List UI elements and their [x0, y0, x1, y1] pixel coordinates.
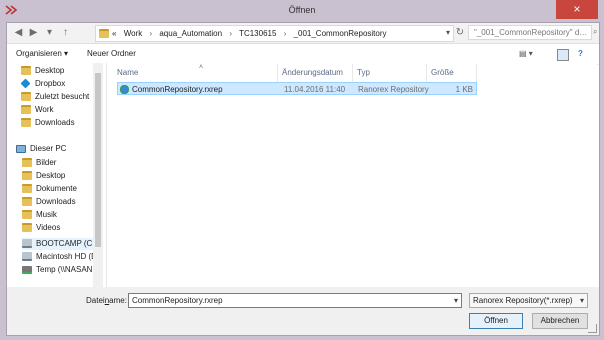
recent-locations-chevron-icon[interactable]: ▾	[43, 26, 56, 39]
file-type-filter[interactable]: Ranorex Repository(*.rxrep) ▾	[469, 293, 588, 308]
file-name: CommonRepository.rxrep	[132, 85, 223, 94]
sidebar-item-work[interactable]: Work	[21, 104, 99, 116]
up-arrow-icon[interactable]: ↑	[59, 26, 72, 39]
sidebar-item-music[interactable]: Musik	[22, 209, 100, 221]
search-icon[interactable]: ⌕	[593, 27, 597, 37]
sidebar-item-videos[interactable]: Videos	[22, 222, 100, 234]
sidebar-item-macintosh-hd[interactable]: Macintosh HD (D	[22, 251, 100, 263]
file-list-scrollbar[interactable]	[586, 63, 596, 287]
desktop-folder-icon	[22, 171, 32, 181]
table-row[interactable]: CommonRepository.rxrep 11.04.2016 11:40 …	[117, 82, 477, 95]
pictures-folder-icon	[22, 158, 32, 168]
back-arrow-icon[interactable]: ◀	[12, 26, 25, 39]
drive-icon	[22, 252, 32, 262]
column-type[interactable]: Typ	[357, 68, 370, 77]
column-divider[interactable]	[476, 64, 477, 82]
sidebar-item-downloads-pc[interactable]: Downloads	[22, 196, 100, 208]
column-divider[interactable]	[426, 64, 427, 82]
refresh-icon[interactable]: ↻	[453, 26, 467, 40]
forward-arrow-icon[interactable]: ▶	[27, 26, 40, 39]
breadcrumb-path: « Work › aqua_Automation › TC130615 › _0…	[112, 29, 392, 38]
breadcrumb-common-repository[interactable]: _001_CommonRepository	[294, 29, 387, 38]
dropbox-icon	[21, 78, 31, 89]
breadcrumb-separator[interactable]: ›	[149, 29, 152, 38]
address-bar: ◀ ▶ ▾ ↑ « Work › aqua_Automation › TC130…	[7, 23, 599, 44]
sidebar-item-documents[interactable]: Dokumente	[22, 183, 100, 195]
documents-folder-icon	[22, 184, 32, 194]
navigation-scrollbar[interactable]	[93, 63, 103, 287]
sidebar-item-desktop-pc[interactable]: Desktop	[22, 170, 100, 182]
filename-label: Dateiname:	[86, 296, 127, 305]
breadcrumb-separator[interactable]: ›	[229, 29, 232, 38]
file-open-footer: Dateiname: CommonRepository.rxrep ▾ Ranor…	[7, 287, 599, 335]
chevron-down-icon[interactable]: ▾	[580, 294, 584, 307]
downloads-folder-icon	[22, 197, 32, 207]
breadcrumb[interactable]: « Work › aqua_Automation › TC130615 › _0…	[95, 25, 454, 42]
resize-grip-icon[interactable]	[588, 324, 597, 333]
drive-icon	[22, 239, 32, 249]
folder-icon	[21, 105, 31, 115]
file-type: Ranorex Repository	[358, 85, 429, 94]
file-list: Name ˄ Änderungsdatum Typ Größe CommonRe…	[107, 63, 596, 287]
column-size[interactable]: Größe	[431, 68, 454, 77]
cancel-button[interactable]: Abbrechen	[532, 313, 588, 329]
address-dropdown-icon[interactable]: ▾	[446, 28, 450, 37]
column-name[interactable]: Name	[117, 68, 138, 77]
computer-icon	[16, 144, 26, 153]
open-button[interactable]: Öffnen	[469, 313, 523, 329]
videos-folder-icon	[22, 223, 32, 233]
breadcrumb-aqua-automation[interactable]: aqua_Automation	[159, 29, 222, 38]
column-divider[interactable]	[277, 64, 278, 82]
breadcrumb-overflow[interactable]: «	[112, 29, 116, 38]
recent-folder-icon	[21, 92, 31, 102]
dialog-frame: ◀ ▶ ▾ ↑ « Work › aqua_Automation › TC130…	[6, 22, 600, 336]
column-modified[interactable]: Änderungsdatum	[282, 68, 343, 77]
scrollbar-thumb[interactable]	[95, 73, 101, 247]
organize-button[interactable]: Organisieren ▾	[16, 49, 68, 58]
navigation-pane: Desktop Dropbox Zuletzt besucht Work Dow…	[7, 63, 107, 287]
downloads-folder-icon	[21, 118, 31, 128]
close-button[interactable]: ×	[556, 0, 598, 19]
file-date: 11.04.2016 11:40	[284, 85, 346, 94]
breadcrumb-tc130615[interactable]: TC130615	[239, 29, 276, 38]
breadcrumb-work[interactable]: Work	[124, 29, 143, 38]
ranorex-repository-icon	[120, 85, 129, 94]
file-size: 1 KB	[455, 85, 473, 94]
window-title: Öffnen	[288, 5, 316, 15]
open-file-dialog: Öffnen × ◀ ▶ ▾ ↑ « Work › aqua_Automatio…	[0, 0, 604, 340]
sidebar-item-pictures[interactable]: Bilder	[22, 157, 100, 169]
folder-icon	[99, 29, 109, 38]
breadcrumb-separator[interactable]: ›	[284, 29, 287, 38]
sidebar-item-this-pc[interactable]: Dieser PC	[16, 143, 94, 155]
sidebar-item-downloads[interactable]: Downloads	[21, 117, 99, 129]
filename-field[interactable]: CommonRepository.rxrep ▾	[128, 293, 462, 308]
sidebar-item-recent[interactable]: Zuletzt besucht	[21, 91, 99, 103]
preview-pane-icon[interactable]	[557, 49, 569, 61]
desktop-folder-icon	[21, 66, 31, 76]
view-options-icon[interactable]: ▤ ▾	[519, 49, 537, 61]
titlebar[interactable]: Öffnen ×	[0, 0, 604, 22]
column-divider[interactable]	[352, 64, 353, 82]
sidebar-item-bootcamp[interactable]: BOOTCAMP (C:)	[22, 238, 100, 250]
music-folder-icon	[22, 210, 32, 220]
chevron-down-icon[interactable]: ▾	[454, 294, 458, 307]
sidebar-item-dropbox[interactable]: Dropbox	[21, 78, 99, 90]
command-toolbar: Organisieren ▾ Neuer Ordner ▤ ▾ ?	[7, 44, 599, 65]
new-folder-button[interactable]: Neuer Ordner	[87, 49, 136, 58]
sidebar-item-temp-network[interactable]: Temp (\\NASAN	[22, 264, 100, 276]
search-input[interactable]: "_001_CommonRepository" d…	[468, 25, 592, 40]
network-drive-icon	[22, 265, 32, 274]
sidebar-item-desktop[interactable]: Desktop	[21, 65, 99, 77]
sort-arrow-icon: ˄	[199, 64, 204, 71]
help-icon[interactable]: ?	[578, 49, 583, 58]
